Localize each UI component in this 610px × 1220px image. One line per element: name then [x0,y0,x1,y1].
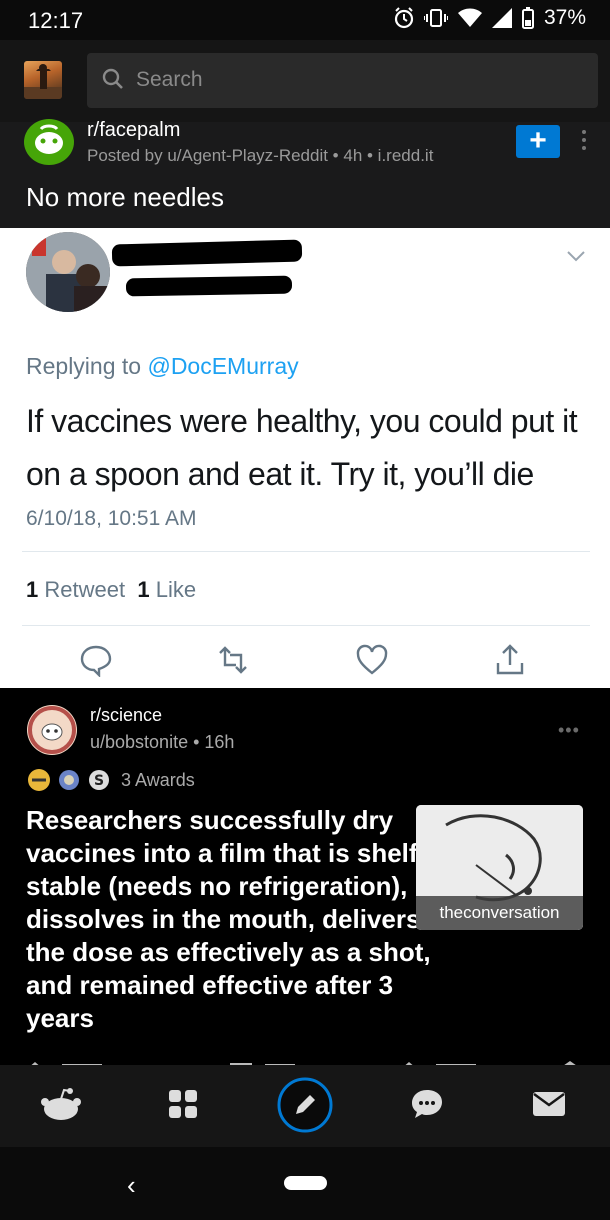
tweet-author-avatar [26,232,110,312]
battery-icon [521,7,534,29]
awards-count: 3 Awards [121,769,195,790]
user-avatar[interactable] [24,61,62,99]
vibrate-icon [423,9,448,27]
retweet-count: 1 [26,577,39,602]
replying-to: Replying to @DocEMurray [26,353,299,380]
signal-icon [491,8,512,28]
back-button[interactable]: ‹ [127,1170,136,1201]
redaction-bar [125,275,293,297]
crosspost-title[interactable]: Researchers successfully dry vaccines in… [26,804,466,1035]
link-thumbnail[interactable]: theconversation [416,805,583,930]
like-count: 1 [137,577,150,602]
status-time: 12:17 [28,8,84,33]
avatar-figure [24,64,62,99]
more-horizontal-icon[interactable]: ••• [558,720,580,741]
grid-icon[interactable] [168,1089,198,1119]
share-icon [496,644,524,675]
tweet-text: If vaccines were healthy, you could put … [26,403,578,492]
gold-award-icon [28,769,50,791]
like-label: Like [155,577,197,602]
snoo-science-icon [28,706,76,754]
svg-text:S: S [94,773,104,789]
retweet-icon [219,646,247,674]
crosspost-user-time[interactable]: u/bobstonite • 16h [90,732,234,753]
retweet-label: Retweet [44,577,126,602]
snoo-facepalm-icon [35,124,63,154]
pencil-icon[interactable] [277,1077,333,1133]
replying-handle: @DocEMurray [147,353,299,379]
crosspost-subreddit[interactable]: r/science [90,705,162,726]
divider [22,625,590,626]
status-icons: 37% [394,6,586,30]
action-bar-partial [0,1055,610,1065]
tweet-stats: 1 Retweet 1 Like [26,577,196,603]
home-button[interactable] [284,1176,327,1190]
subreddit-icon[interactable] [24,119,74,165]
silver-award-icon [59,770,79,790]
battery-percent: 37% [543,6,586,29]
alarm-icon [394,7,414,29]
avatar-photo [26,232,110,312]
thumbnail-domain: theconversation [416,896,583,930]
post-title[interactable]: No more needles [26,182,224,213]
partial-action-icons [31,1061,576,1065]
wifi-icon [457,8,482,27]
more-vertical-icon[interactable] [579,128,589,152]
chat-icon[interactable] [410,1088,444,1120]
reply-icon [80,645,112,677]
coin-award-icon: S [89,770,109,790]
snoo-icon[interactable] [40,1087,82,1123]
like-icon [356,644,388,675]
tweet-date: 6/10/18, 10:51 AM [26,507,197,530]
post-meta[interactable]: Posted by u/Agent-Playz-Reddit • 4h • i.… [87,146,433,166]
awards-row: S 3 Awards [27,768,195,792]
search-icon [102,68,123,89]
subreddit-name[interactable]: r/facepalm [87,119,180,142]
science-subreddit-icon[interactable] [27,705,77,755]
divider [22,551,590,552]
search-placeholder: Search [136,68,203,91]
join-button[interactable]: + [516,125,560,158]
replying-prefix: Replying to [26,353,148,379]
chevron-down-icon [567,251,585,262]
mail-icon[interactable] [532,1091,566,1117]
